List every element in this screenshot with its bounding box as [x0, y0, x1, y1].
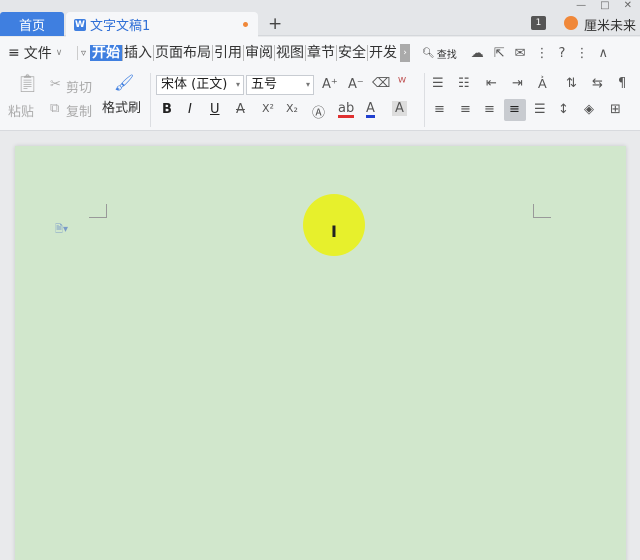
- search-label: 查找: [436, 49, 457, 61]
- tab-document[interactable]: W 文字文稿1: [66, 12, 258, 37]
- font-color-button[interactable]: A: [366, 102, 375, 118]
- tab-page-layout[interactable]: 页面布局: [154, 45, 214, 61]
- file-menu-label: 文件: [23, 46, 52, 62]
- more-vertical-icon[interactable]: ⋮: [575, 46, 588, 61]
- sort-icon[interactable]: ⇅: [566, 76, 577, 91]
- font-name-value: 宋体 (正文): [161, 77, 228, 92]
- tab-home[interactable]: 首页: [0, 12, 64, 36]
- tab-chapter[interactable]: 章节: [306, 45, 338, 61]
- text-cursor-icon: I: [331, 222, 337, 241]
- menu-divider: [77, 46, 78, 60]
- paste-icon[interactable]: 📋︎: [16, 73, 39, 94]
- copy-button[interactable]: 复制: [66, 101, 92, 120]
- italic-button[interactable]: I: [188, 102, 192, 117]
- window-count-badge[interactable]: 1: [531, 16, 546, 30]
- cut-icon[interactable]: ✂: [50, 77, 61, 92]
- numbered-list-icon[interactable]: ☷: [458, 76, 470, 91]
- tabs-more-button[interactable]: ›: [400, 44, 411, 62]
- search-icon: 🔍︎: [422, 47, 435, 59]
- grow-font-button[interactable]: A⁺: [322, 77, 338, 92]
- tab-review[interactable]: 审阅: [244, 45, 276, 61]
- paragraph-handle-icon[interactable]: 🗎▾: [55, 222, 68, 239]
- tab-developer[interactable]: 开发: [368, 45, 398, 61]
- chevron-down-icon: ▾: [305, 80, 310, 89]
- shrink-font-button[interactable]: A⁻: [348, 77, 364, 92]
- chevron-down-icon: ∨: [55, 48, 63, 58]
- collapse-ribbon-icon[interactable]: ∧: [598, 46, 608, 61]
- user-name[interactable]: 厘米未来: [584, 15, 636, 34]
- share-icon[interactable]: ⇱: [494, 46, 505, 61]
- text-effect-icon[interactable]: Ⓐ: [312, 102, 325, 121]
- clear-format-icon[interactable]: ⌫: [372, 76, 390, 91]
- show-marks-icon[interactable]: ¶: [618, 76, 626, 91]
- document-area: 🗎▾ I: [0, 132, 640, 560]
- bold-button[interactable]: B: [162, 102, 172, 117]
- unsaved-dot-icon: [243, 22, 248, 27]
- subscript-button[interactable]: X₂: [286, 102, 298, 115]
- more-options-icon[interactable]: ⋮: [536, 46, 549, 61]
- document-page[interactable]: 🗎▾ I: [15, 146, 626, 560]
- close-icon[interactable]: ✕: [624, 0, 632, 11]
- paste-button[interactable]: 粘贴: [8, 101, 34, 120]
- maximize-icon[interactable]: □: [600, 0, 609, 11]
- line-break-icon[interactable]: ⇆: [592, 76, 603, 91]
- copy-icon[interactable]: ⧉: [50, 101, 59, 116]
- increase-indent-icon[interactable]: ⇥: [512, 76, 523, 91]
- font-size-value: 五号: [251, 77, 278, 92]
- align-center-icon[interactable]: ≡: [460, 102, 471, 117]
- highlight-icon[interactable]: ab: [338, 102, 355, 118]
- chevron-down-icon: ▾: [235, 80, 240, 89]
- font-name-select[interactable]: 宋体 (正文) ▾: [156, 75, 244, 95]
- quick-access-icon[interactable]: ▿: [81, 48, 86, 59]
- bullet-list-icon[interactable]: ☰: [432, 76, 444, 91]
- new-tab-button[interactable]: +: [268, 14, 282, 34]
- tab-references[interactable]: 引用: [213, 45, 245, 61]
- cloud-icon[interactable]: ☁: [471, 46, 484, 61]
- user-avatar[interactable]: [564, 16, 578, 30]
- shading-icon[interactable]: ◈: [584, 102, 594, 117]
- margin-corner-top-left: [89, 204, 107, 218]
- borders-icon[interactable]: ⊞: [610, 102, 621, 117]
- menu-bar: ≡ 文件 ∨ ▿ 开始 插入 页面布局 引用 审阅 视图 章节 安全 开发 › …: [0, 37, 640, 69]
- strikethrough-button[interactable]: A: [236, 102, 245, 117]
- tab-security[interactable]: 安全: [337, 45, 369, 61]
- cut-button[interactable]: 剪切: [66, 77, 92, 96]
- text-direction-icon[interactable]: A͐: [538, 76, 547, 92]
- decrease-indent-icon[interactable]: ⇤: [486, 76, 497, 91]
- ribbon-divider: [424, 73, 425, 127]
- align-left-icon[interactable]: ≡: [434, 102, 445, 117]
- underline-button[interactable]: U: [210, 102, 220, 117]
- tab-document-title: 文字文稿1: [90, 19, 151, 34]
- align-justify-icon[interactable]: ≡: [509, 102, 520, 117]
- font-size-select[interactable]: 五号 ▾: [246, 75, 314, 95]
- phonetic-icon[interactable]: ᵂ: [398, 76, 406, 91]
- tab-view[interactable]: 视图: [275, 45, 307, 61]
- minimize-icon[interactable]: —: [576, 0, 586, 11]
- format-painter-button[interactable]: 格式刷: [102, 97, 141, 116]
- distribute-icon[interactable]: ☰: [534, 102, 546, 117]
- ribbon-divider: [150, 73, 151, 127]
- help-icon[interactable]: ?: [559, 46, 566, 61]
- char-shading-icon[interactable]: A: [392, 101, 407, 116]
- superscript-button[interactable]: X²: [262, 102, 274, 115]
- title-tab-bar: 首页 W 文字文稿1 + 1 厘米未来 — □ ✕: [0, 0, 640, 37]
- format-painter-icon[interactable]: 🖌︎: [114, 73, 134, 92]
- align-right-icon[interactable]: ≡: [484, 102, 495, 117]
- margin-corner-top-right: [533, 204, 551, 218]
- word-doc-icon: W: [74, 18, 86, 31]
- tab-insert[interactable]: 插入: [123, 45, 155, 61]
- tab-start[interactable]: 开始: [90, 45, 124, 61]
- collab-icon[interactable]: ✉: [515, 46, 526, 61]
- hamburger-icon: ≡: [8, 45, 20, 61]
- line-spacing-icon[interactable]: ↕: [558, 102, 569, 117]
- ribbon-toolbar: 📋︎ 粘贴 ✂ 剪切 ⧉ 复制 🖌︎ 格式刷 宋体 (正文) ▾ 五号 ▾ A⁺…: [0, 69, 640, 131]
- search-button[interactable]: 🔍︎ 查找: [422, 46, 457, 61]
- file-menu-button[interactable]: ≡ 文件 ∨: [0, 43, 74, 63]
